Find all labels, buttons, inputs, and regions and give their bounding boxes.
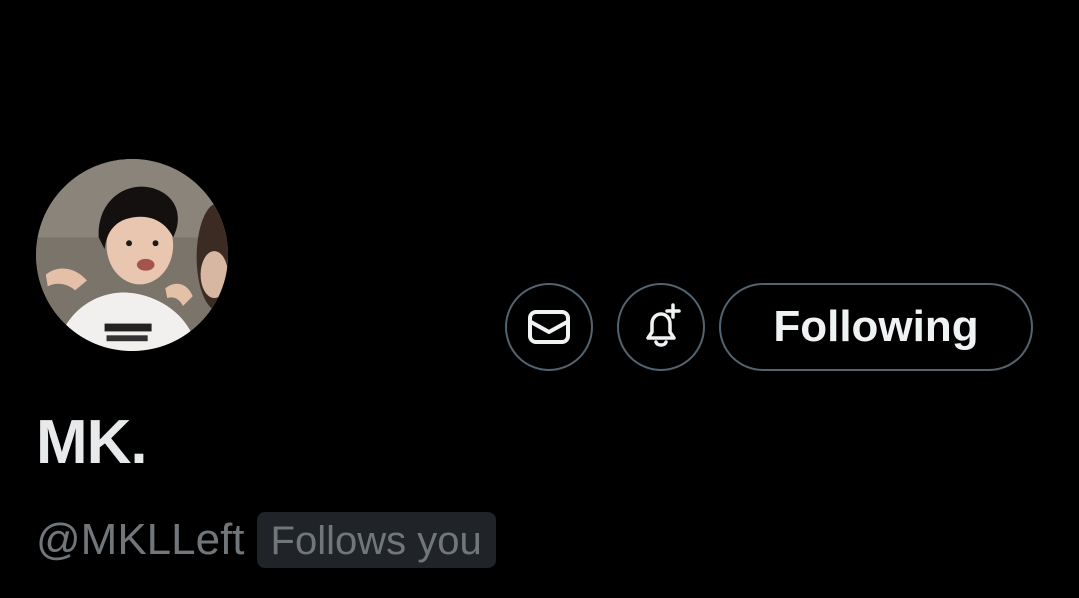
following-button[interactable]: Following: [719, 283, 1033, 371]
avatar-image: [36, 159, 228, 351]
follows-you-badge: Follows you: [256, 512, 496, 568]
profile-actions: Following: [505, 282, 1033, 372]
user-handle: @MKLLeft: [36, 515, 245, 564]
message-button[interactable]: [505, 283, 593, 371]
display-name: MK.: [36, 408, 148, 477]
handle-row: @MKLLeft Follows you: [36, 512, 496, 568]
avatar[interactable]: [34, 157, 230, 353]
profile-header: Following MK. @MKLLeft Follows you: [0, 0, 1079, 598]
notifications-button[interactable]: [617, 283, 705, 371]
envelope-icon: [528, 310, 570, 344]
bell-plus-icon: [646, 303, 681, 347]
